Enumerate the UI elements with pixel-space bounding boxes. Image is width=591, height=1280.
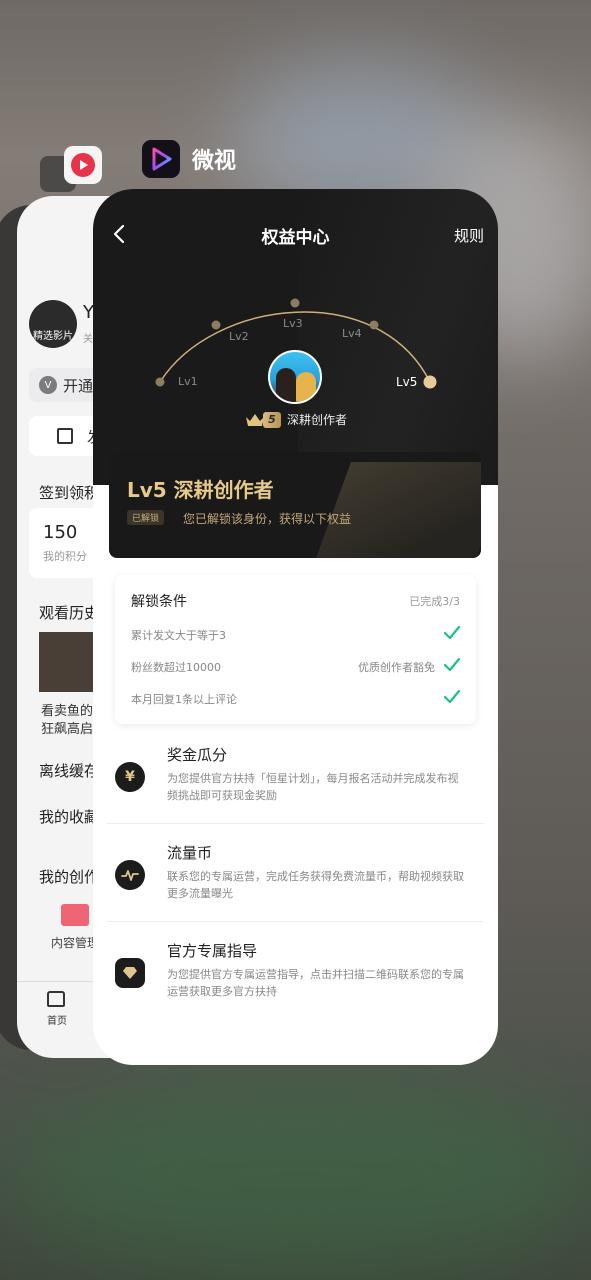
- edit-icon: [57, 428, 73, 444]
- level-node-2: [211, 320, 221, 330]
- avatar-caption: 精选影片: [33, 331, 73, 342]
- creator-badge: 5 深耕创作者: [245, 411, 347, 428]
- vip-icon: V: [39, 376, 57, 394]
- crown-icon: [246, 413, 264, 426]
- rules-link[interactable]: 规则: [454, 225, 484, 246]
- level-card: Lv5 深耕创作者 已解锁 您已解锁该身份，获得以下权益: [109, 452, 481, 558]
- yen-icon: ¥: [115, 762, 145, 792]
- home-icon[interactable]: [47, 991, 65, 1007]
- points-label: 我的积分: [43, 550, 87, 563]
- condition-note: 优质创作者豁免: [358, 661, 435, 674]
- weishi-app-icon: [142, 140, 180, 178]
- level-label-1: Lv1: [178, 375, 198, 388]
- unlocked-tag: 已解锁: [127, 510, 165, 525]
- creations-title: 我的创作: [39, 868, 100, 886]
- condition-row: 粉丝数超过10000 优质创作者豁免: [131, 657, 461, 679]
- follow-label: 关: [83, 334, 93, 345]
- level-node-4: [369, 320, 379, 330]
- history-item-line2: 狂飙高启: [41, 722, 94, 737]
- check-icon: [443, 657, 461, 672]
- favorites-title[interactable]: 我的收藏: [39, 806, 99, 827]
- benefit-title: 官方专属指导: [167, 942, 258, 960]
- unlock-title: 解锁条件: [131, 594, 187, 610]
- benefit-item-traffic[interactable]: 流量币 联系您的专属运营，完成任务获得免费流量币，帮助视频获取更多流量曝光: [107, 842, 484, 940]
- benefit-item-guidance[interactable]: 官方专属指导 为您提供官方专属运营指导，点击并扫描二维码联系您的专属运营获取更多…: [107, 940, 484, 1038]
- level-node-1: [155, 377, 165, 387]
- level-number-chip: 5: [263, 411, 281, 428]
- avatar: [268, 350, 322, 404]
- content-manage-label[interactable]: 内容管理: [51, 934, 99, 951]
- level-card-subtitle: 您已解锁该身份，获得以下权益: [183, 512, 352, 526]
- check-icon: [443, 625, 461, 640]
- diamond-icon: [115, 958, 145, 988]
- level-label-4: Lv4: [342, 327, 362, 340]
- level-node-3: [290, 298, 300, 308]
- condition-label: 本月回复1条以上评论: [131, 693, 237, 706]
- unlock-progress: 已完成3/3: [409, 595, 460, 608]
- traffic-icon: [115, 860, 145, 890]
- condition-row: 累计发文大于等于3: [131, 625, 461, 647]
- benefit-title: 奖金瓜分: [167, 746, 228, 764]
- level-label-2: Lv2: [229, 330, 249, 343]
- benefit-description: 为您提供官方专属运营指导，点击并扫描二维码联系您的专属运营获取更多官方扶持: [167, 968, 464, 998]
- level-hero: 权益中心 规则 Lv1 Lv2 Lv3 Lv4 Lv5 5 深耕创作者: [93, 189, 498, 485]
- level-card-title: Lv5 深耕创作者: [127, 478, 274, 502]
- level-label-5: Lv5: [396, 375, 418, 389]
- offline-cache-title[interactable]: 离线缓存: [39, 760, 99, 781]
- page-title: 权益中心: [261, 228, 330, 248]
- folder-icon[interactable]: [61, 904, 89, 926]
- history-item-line1: 看卖鱼的: [41, 704, 94, 719]
- weishi-app-card[interactable]: 权益中心 规则 Lv1 Lv2 Lv3 Lv4 Lv5 5 深耕创作者 Lv5 …: [93, 189, 498, 1065]
- condition-row: 本月回复1条以上评论: [131, 689, 461, 711]
- points-value: 150: [43, 522, 78, 543]
- benefit-description: 联系您的专属运营，完成任务获得免费流量币，帮助视频获取更多流量曝光: [167, 870, 464, 900]
- benefit-item-bonus[interactable]: ¥ 奖金瓜分 为您提供官方扶持「恒星计划」，每月报名活动并完成发布视频挑战即可获…: [107, 744, 484, 842]
- badge-name: 深耕创作者: [287, 413, 348, 427]
- benefit-title: 流量币: [167, 844, 213, 862]
- level-label-3: Lv3: [283, 317, 303, 330]
- history-title: 观看历史: [39, 604, 100, 622]
- history-thumbnail[interactable]: [39, 632, 99, 692]
- sign-in-title: 签到领积: [39, 484, 100, 502]
- level-node-5-current: [423, 375, 437, 389]
- open-vip-label: 开通: [63, 376, 94, 395]
- condition-label: 粉丝数超过10000: [131, 661, 221, 674]
- weishi-app-label[interactable]: 微视: [142, 140, 236, 178]
- condition-label: 累计发文大于等于3: [131, 629, 226, 642]
- avatar: 精选影片: [29, 300, 77, 348]
- divider: [107, 921, 484, 922]
- app-name: 微视: [192, 149, 237, 174]
- unlock-conditions-card: 解锁条件 已完成3/3 累计发文大于等于3 粉丝数超过10000 优质创作者豁免…: [115, 575, 476, 724]
- check-icon: [443, 689, 461, 704]
- divider: [107, 823, 484, 824]
- video-app-icon[interactable]: [64, 146, 102, 184]
- benefit-description: 为您提供官方扶持「恒星计划」，每月报名活动并完成发布视频挑战即可获现金奖励: [167, 772, 459, 802]
- nav-home-label[interactable]: 首页: [47, 1012, 67, 1027]
